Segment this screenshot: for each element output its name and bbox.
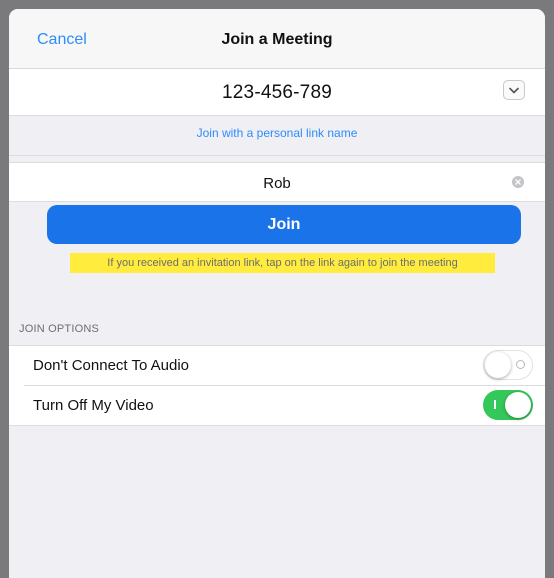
clear-name-button[interactable]	[512, 176, 524, 188]
meeting-id-row: 123-456-789	[9, 69, 545, 116]
personal-link-row: Join with a personal link name	[9, 116, 545, 156]
option-label-video: Turn Off My Video	[33, 397, 154, 414]
option-label-audio: Don't Connect To Audio	[33, 357, 190, 374]
name-row	[9, 162, 545, 203]
meeting-id-input[interactable]: 123-456-789	[9, 82, 545, 104]
option-row-audio: Don't Connect To Audio	[9, 346, 545, 385]
meeting-id-dropdown-button[interactable]	[503, 80, 525, 100]
join-options-header: JOIN OPTIONS	[19, 323, 100, 335]
page-title: Join a Meeting	[221, 31, 333, 48]
clear-icon	[515, 179, 521, 185]
audio-toggle[interactable]	[483, 350, 533, 380]
toggle-on-mark-icon	[494, 400, 496, 409]
join-button[interactable]: Join	[47, 205, 521, 244]
personal-link-button[interactable]: Join with a personal link name	[9, 126, 545, 140]
invitation-hint: If you received an invitation link, tap …	[70, 253, 495, 273]
display-name-input[interactable]	[69, 163, 485, 203]
join-options-list: Don't Connect To Audio Turn Off My Video	[9, 345, 545, 426]
chevron-down-icon	[509, 87, 519, 93]
toggle-knob	[485, 352, 511, 378]
navigation-bar: Cancel Join a Meeting	[9, 9, 545, 69]
join-meeting-sheet: Cancel Join a Meeting 123-456-789 Join w…	[9, 9, 545, 578]
video-toggle[interactable]	[483, 390, 533, 420]
option-row-video: Turn Off My Video	[24, 385, 545, 425]
toggle-knob	[505, 392, 531, 418]
toggle-off-mark-icon	[516, 360, 525, 369]
